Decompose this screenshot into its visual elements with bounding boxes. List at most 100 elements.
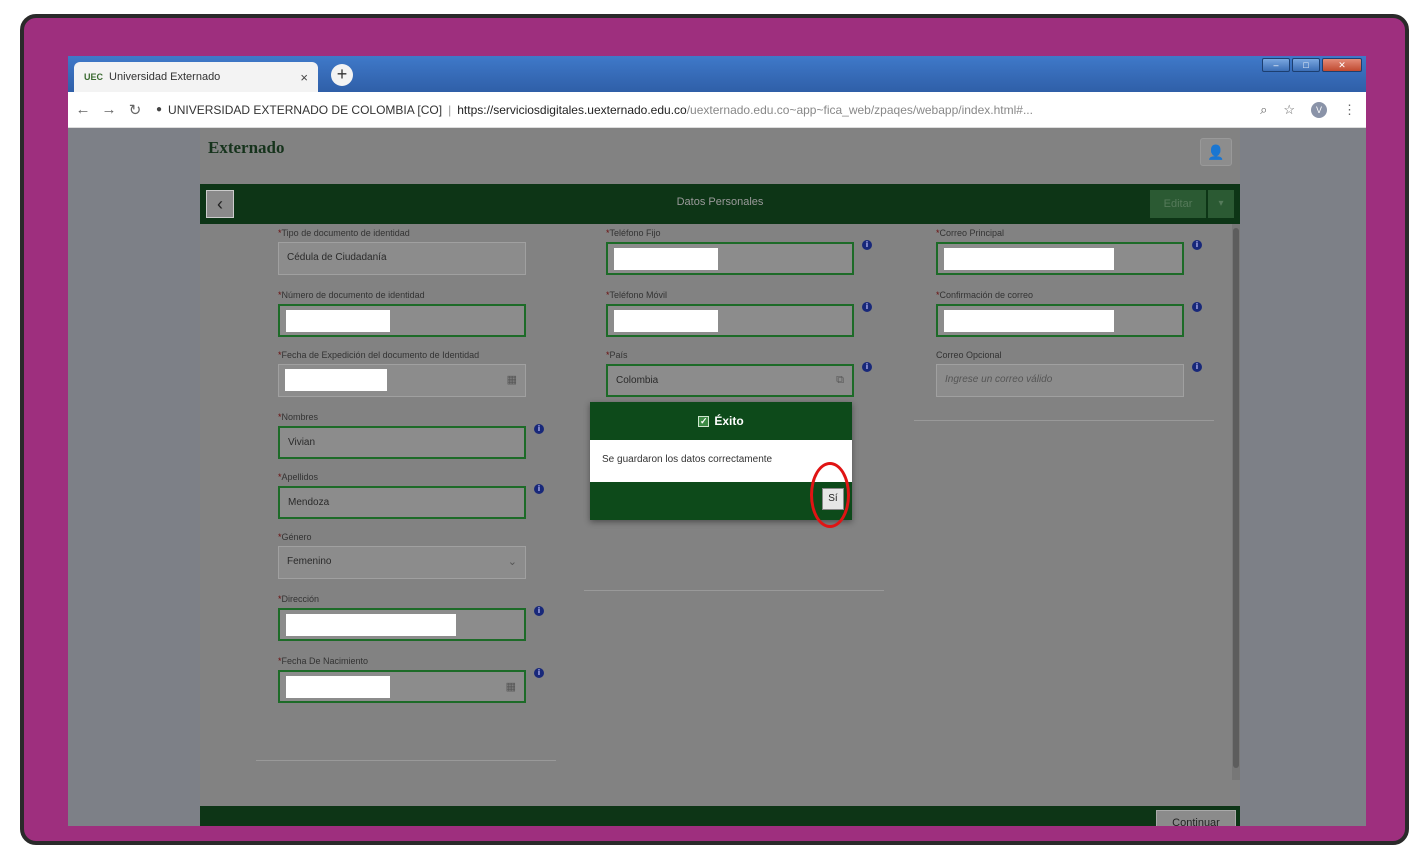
dialog-header: ✓ Éxito	[590, 402, 852, 440]
address-input[interactable]	[278, 608, 526, 641]
logo-bar: Externado 👤	[200, 128, 1240, 184]
scrollbar[interactable]	[1232, 224, 1240, 780]
optional-email-input[interactable]: Ingrese un correo válido	[936, 364, 1184, 397]
close-window-button[interactable]: ✕	[1322, 58, 1362, 72]
field-label: Confirmación de correo	[939, 290, 1034, 300]
field-last-names: *Apellidos Mendoza i	[278, 472, 544, 519]
field-issue-date: *Fecha de Expedición del documento de Id…	[278, 350, 526, 397]
info-icon[interactable]: i	[1192, 362, 1202, 372]
field-label: Correo Principal	[939, 228, 1005, 238]
landline-input[interactable]	[606, 242, 854, 275]
redacted-value	[944, 248, 1114, 270]
info-icon[interactable]: i	[534, 424, 544, 434]
redacted-value	[944, 310, 1114, 332]
email-confirmation-input[interactable]	[936, 304, 1184, 337]
column-divider	[914, 420, 1214, 421]
page-title: Datos Personales	[676, 196, 764, 208]
forward-arrow-icon[interactable]: →	[98, 101, 120, 118]
profile-avatar[interactable]: V	[1311, 101, 1327, 118]
field-document-type: *Tipo de documento de identidad Cédula d…	[278, 228, 526, 275]
field-label: Tipo de documento de identidad	[281, 228, 410, 238]
field-label: Género	[281, 532, 312, 542]
field-main-email: *Correo Principal i	[936, 228, 1202, 275]
info-icon[interactable]: i	[534, 484, 544, 494]
field-label: Apellidos	[281, 472, 319, 482]
url-host: https://serviciosdigitales.uexternado.ed…	[457, 102, 687, 117]
field-label: Fecha de Expedición del documento de Ide…	[281, 350, 480, 360]
last-names-input[interactable]: Mendoza	[278, 486, 526, 519]
url-field[interactable]: ● UNIVERSIDAD EXTERNADO DE COLOMBIA [CO]…	[156, 103, 1250, 117]
bookmark-star-icon[interactable]: ☆	[1283, 102, 1295, 118]
title-bar: ‹ Datos Personales Editar ▾	[200, 184, 1240, 224]
lock-icon: ●	[156, 104, 163, 115]
field-label: Teléfono Móvil	[609, 290, 668, 300]
field-document-number: *Número de documento de identidad	[278, 290, 526, 337]
value-help-icon[interactable]: ⧉	[836, 374, 844, 387]
calendar-icon[interactable]: ▦	[507, 373, 517, 386]
address-bar: ← → ↻ ● UNIVERSIDAD EXTERNADO DE COLOMBI…	[68, 92, 1366, 128]
back-arrow-icon[interactable]: ←	[72, 101, 94, 118]
field-value: Vivian	[288, 437, 316, 448]
user-icon: 👤	[1207, 144, 1225, 160]
column-divider	[256, 760, 556, 761]
user-menu-button[interactable]: 👤	[1200, 138, 1232, 166]
info-icon[interactable]: i	[862, 240, 872, 250]
main-email-input[interactable]	[936, 242, 1184, 275]
info-icon[interactable]: i	[534, 668, 544, 678]
site-identity: UNIVERSIDAD EXTERNADO DE COLOMBIA [CO]	[168, 102, 443, 117]
info-icon[interactable]: i	[862, 362, 872, 372]
field-label: Dirección	[281, 594, 320, 604]
reload-icon[interactable]: ↻	[124, 101, 146, 119]
calendar-icon[interactable]: ▦	[506, 680, 516, 693]
redacted-value	[286, 310, 390, 332]
redacted-value	[286, 676, 390, 698]
field-address: *Dirección i	[278, 594, 544, 641]
edit-dropdown-button[interactable]: ▾	[1208, 190, 1234, 218]
menu-kebab-icon[interactable]: ⋮	[1343, 102, 1356, 118]
chevron-down-icon: ⌄	[507, 556, 517, 568]
column-divider	[584, 590, 884, 591]
browser-tab[interactable]: UEC Universidad Externado ×	[74, 62, 318, 92]
confirm-si-button[interactable]: Sí	[822, 488, 844, 510]
first-names-input[interactable]: Vivian	[278, 426, 526, 459]
scrollbar-thumb[interactable]	[1233, 228, 1239, 768]
info-icon[interactable]: i	[862, 302, 872, 312]
document-type-input[interactable]: Cédula de Ciudadanía	[278, 242, 526, 275]
dialog-message: Se guardaron los datos correctamente	[590, 440, 852, 482]
edit-button[interactable]: Editar	[1150, 190, 1206, 218]
birth-date-input[interactable]: ▦	[278, 670, 526, 703]
window-controls: – □ ✕	[1262, 58, 1362, 72]
info-icon[interactable]: i	[1192, 240, 1202, 250]
gender-select[interactable]: Femenino ⌄	[278, 546, 526, 579]
field-label: Nombres	[281, 412, 319, 422]
field-placeholder: Ingrese un correo válido	[945, 374, 1053, 385]
issue-date-input[interactable]: ▦	[278, 364, 526, 397]
redacted-value	[614, 310, 718, 332]
footer-bar: Continuar	[200, 806, 1240, 826]
document-number-input[interactable]	[278, 304, 526, 337]
checkbox-success-icon: ✓	[698, 415, 710, 427]
url-separator: |	[448, 102, 452, 117]
field-birth-date: *Fecha De Nacimiento ▦ i	[278, 656, 544, 703]
presentation-frame: UEC Universidad Externado × + – □ ✕ ← → …	[20, 14, 1409, 845]
minimize-button[interactable]: –	[1262, 58, 1290, 72]
new-tab-button[interactable]: +	[331, 64, 353, 86]
dialog-footer: Sí	[590, 482, 852, 520]
country-input[interactable]: Colombia ⧉	[606, 364, 854, 397]
field-first-names: *Nombres Vivian i	[278, 412, 544, 459]
info-icon[interactable]: i	[1192, 302, 1202, 312]
info-icon[interactable]: i	[534, 606, 544, 616]
zoom-icon[interactable]: ⌕	[1260, 102, 1267, 118]
field-email-confirmation: *Confirmación de correo i	[936, 290, 1202, 337]
continue-button[interactable]: Continuar	[1156, 810, 1236, 826]
dialog-title: Éxito	[714, 414, 744, 428]
field-label: País	[609, 350, 628, 360]
field-value: Mendoza	[288, 497, 330, 508]
field-label: Número de documento de identidad	[281, 290, 425, 300]
close-tab-icon[interactable]: ×	[300, 70, 308, 85]
field-label: Teléfono Fijo	[609, 228, 661, 238]
maximize-button[interactable]: □	[1292, 58, 1320, 72]
mobile-input[interactable]	[606, 304, 854, 337]
field-mobile: *Teléfono Móvil i	[606, 290, 872, 337]
field-value: Femenino	[287, 556, 332, 567]
